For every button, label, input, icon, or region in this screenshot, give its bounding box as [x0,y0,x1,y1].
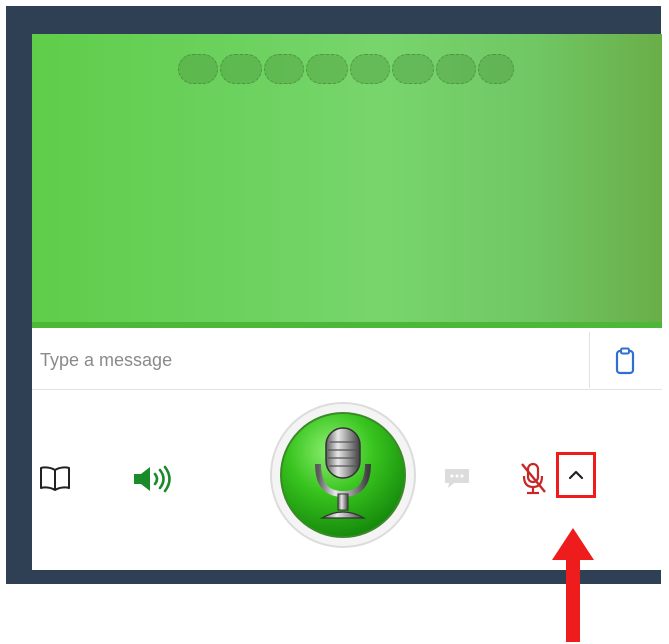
speaker-button[interactable] [132,464,174,494]
expand-options-button[interactable] [556,452,596,498]
record-button[interactable] [270,402,416,548]
status-dot [392,54,434,84]
status-dot [436,54,476,84]
status-dot [220,54,262,84]
book-icon [40,466,70,491]
status-dot [478,54,514,84]
status-dots [178,54,518,86]
chat-bubble-icon [445,469,469,488]
message-composer [32,332,662,390]
mute-microphone-button[interactable] [518,460,548,496]
status-dot [306,54,348,84]
clipboard-icon [615,347,635,375]
message-input[interactable] [32,332,590,388]
voice-app [32,34,662,570]
panel-divider [32,322,662,328]
status-dot [178,54,218,84]
window-frame [6,6,662,584]
status-dot [264,54,304,84]
clipboard-button[interactable] [612,346,638,376]
chat-button[interactable] [442,466,472,490]
mic-off-icon [521,462,546,495]
microphone-icon [315,427,371,519]
arrow-up-icon [552,528,594,642]
record-button-face [280,412,406,538]
book-button[interactable] [38,464,72,492]
speaker-icon [134,465,171,493]
conversation-panel [32,34,662,326]
status-dot [350,54,390,84]
chevron-up-icon [568,470,584,480]
